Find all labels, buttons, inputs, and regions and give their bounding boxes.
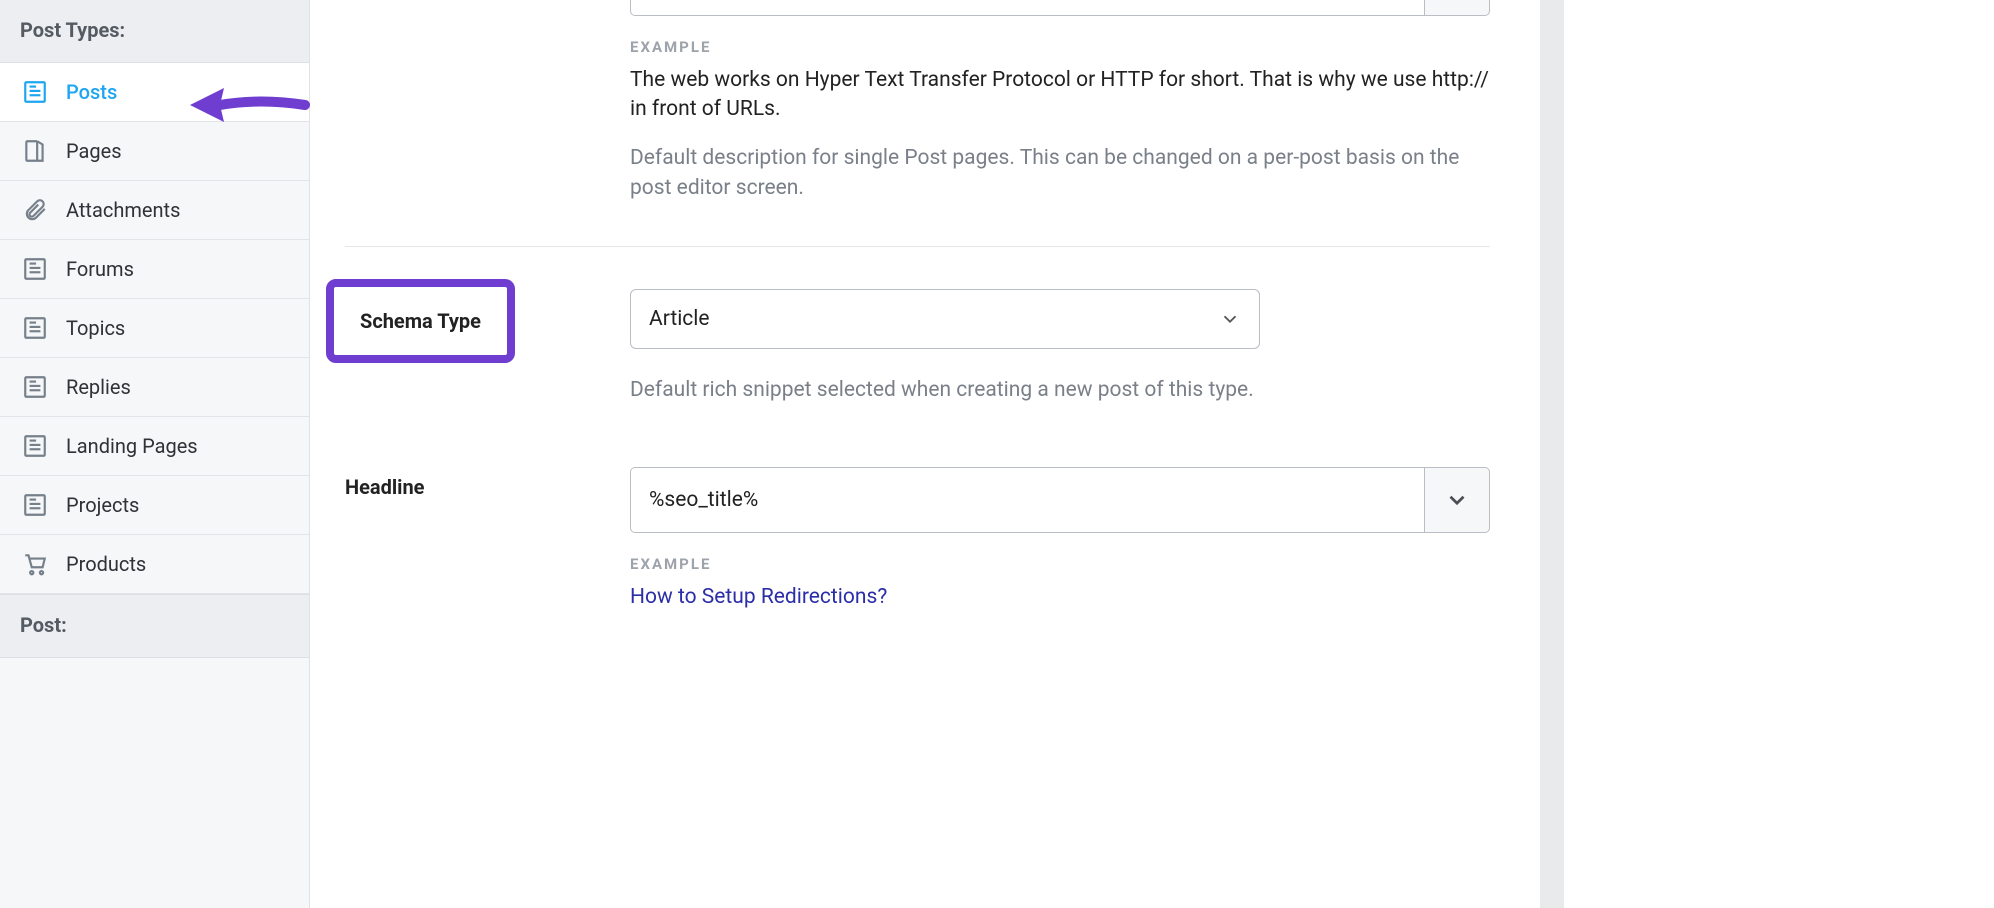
post-icon <box>22 433 48 459</box>
sidebar-item-landing-pages[interactable]: Landing Pages <box>0 417 309 476</box>
example-label: EXAMPLE <box>630 555 1490 573</box>
description-example-text: The web works on Hyper Text Transfer Pro… <box>630 66 1490 125</box>
post-icon <box>22 315 48 341</box>
sidebar-item-label: Topics <box>66 316 125 340</box>
cart-icon <box>22 551 48 577</box>
post-icon <box>22 492 48 518</box>
example-label: EXAMPLE <box>630 38 1490 56</box>
schema-type-help-text: Default rich snippet selected when creat… <box>630 375 1490 405</box>
right-gutter <box>1540 0 1564 908</box>
sidebar-header-post: Post: <box>0 594 309 658</box>
post-icon <box>22 79 48 105</box>
post-icon <box>22 256 48 282</box>
headline-value: %seo_title% <box>649 488 758 512</box>
sidebar-item-topics[interactable]: Topics <box>0 299 309 358</box>
post-icon <box>22 374 48 400</box>
headline-label: Headline <box>345 467 630 612</box>
chevron-down-icon <box>1219 308 1241 330</box>
sidebar: Post Types: Posts Pages Attachments Foru… <box>0 0 310 908</box>
sidebar-item-label: Posts <box>66 80 117 104</box>
sidebar-item-label: Forums <box>66 257 134 281</box>
sidebar-item-pages[interactable]: Pages <box>0 122 309 181</box>
sidebar-item-posts[interactable]: Posts <box>0 63 309 122</box>
sidebar-item-products[interactable]: Products <box>0 535 309 594</box>
page-icon <box>22 138 48 164</box>
sidebar-item-label: Projects <box>66 493 139 517</box>
description-input[interactable]: %excerpt% <box>630 0 1490 16</box>
sidebar-item-attachments[interactable]: Attachments <box>0 181 309 240</box>
sidebar-item-label: Landing Pages <box>66 434 198 458</box>
sidebar-item-forums[interactable]: Forums <box>0 240 309 299</box>
paperclip-icon <box>22 197 48 223</box>
divider <box>345 246 1490 247</box>
sidebar-item-replies[interactable]: Replies <box>0 358 309 417</box>
description-help-text: Default description for single Post page… <box>630 143 1490 204</box>
main-panel: %excerpt% EXAMPLE The web works on Hyper… <box>310 0 1540 908</box>
sidebar-item-projects[interactable]: Projects <box>0 476 309 535</box>
sidebar-header-post-types: Post Types: <box>0 0 309 63</box>
schema-type-highlight: Schema Type <box>326 279 515 363</box>
sidebar-item-label: Replies <box>66 375 131 399</box>
schema-type-select[interactable]: Article <box>630 289 1260 349</box>
headline-dropdown-button[interactable] <box>1424 467 1490 533</box>
schema-type-value: Article <box>649 307 710 331</box>
sidebar-item-label: Pages <box>66 139 122 163</box>
sidebar-item-label: Attachments <box>66 198 180 222</box>
sidebar-item-label: Products <box>66 552 146 576</box>
schema-type-label: Schema Type <box>360 301 481 333</box>
description-dropdown-button[interactable] <box>1424 0 1490 16</box>
headline-example-link[interactable]: How to Setup Redirections? <box>630 583 1490 612</box>
headline-input[interactable]: %seo_title% <box>630 467 1490 533</box>
